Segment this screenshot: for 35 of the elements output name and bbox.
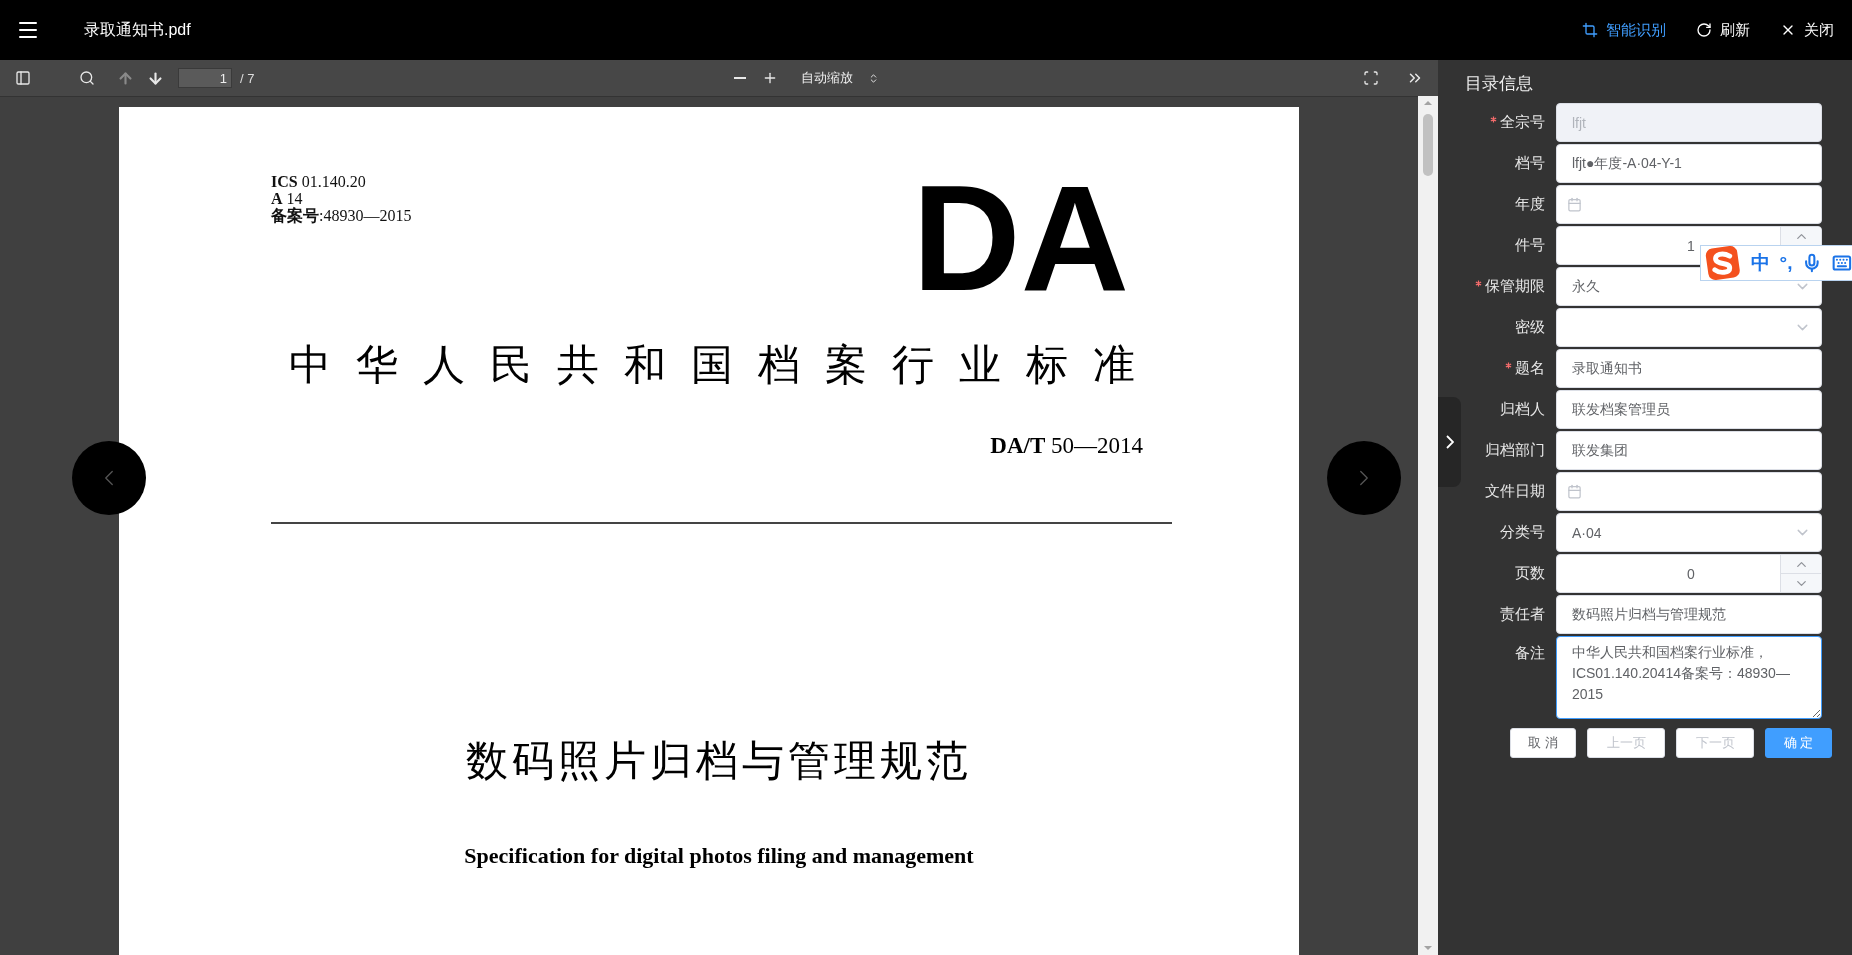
field-label: 档号 [1515, 154, 1545, 173]
classification-line: 备案号:48930—2015 [271, 207, 412, 224]
field-label: 页数 [1515, 564, 1545, 583]
standard-title: 中华人民共和国档案行业标准 [288, 340, 1160, 390]
field-value: 永久 [1572, 277, 1600, 294]
document-title: 数码照片归档与管理规范 [466, 736, 972, 786]
field-value: 0 [1686, 565, 1696, 582]
field-label: 件号 [1515, 236, 1545, 255]
field-label: 责任者 [1500, 605, 1545, 624]
field-value: 联发档案管理员 [1572, 400, 1671, 419]
field-label: 密级 [1515, 318, 1545, 337]
field-label: 全宗号 [1490, 113, 1545, 132]
field-value: lfjt●年度-A·04-Y-1 [1572, 154, 1683, 173]
field-label: 分类号 [1500, 523, 1545, 542]
field-label: 年度 [1515, 195, 1545, 214]
field-value: 录取通知书 [1572, 359, 1643, 378]
page-count: / 7 [240, 70, 255, 86]
field-label: 保管期限 [1475, 277, 1545, 296]
field-value: lfjt [1572, 114, 1587, 131]
field-value: 数码照片归档与管理规范 [1572, 605, 1727, 624]
field-label: 备注 [1515, 644, 1545, 663]
field-value: 1 [1686, 237, 1696, 254]
logo-text: DA [912, 173, 1129, 303]
field-value: 联发集团 [1572, 441, 1629, 460]
field-value: A·04 [1572, 524, 1602, 541]
window-title: 录取通知书.pdf [84, 19, 192, 40]
field-label: 文件日期 [1485, 482, 1545, 501]
field-label: 归档人 [1500, 400, 1545, 419]
panel-title: 目录信息 [1465, 73, 1534, 95]
classification-line: A 14 [271, 190, 304, 207]
document-subtitle: Specification for digital photos filing and management [464, 843, 974, 869]
classification-line: ICS 01.140.20 [271, 173, 367, 190]
field-label: 归档部门 [1485, 441, 1545, 460]
field-label: 题名 [1505, 359, 1545, 378]
standard-number: DA/T 50—2014 [990, 433, 1143, 459]
